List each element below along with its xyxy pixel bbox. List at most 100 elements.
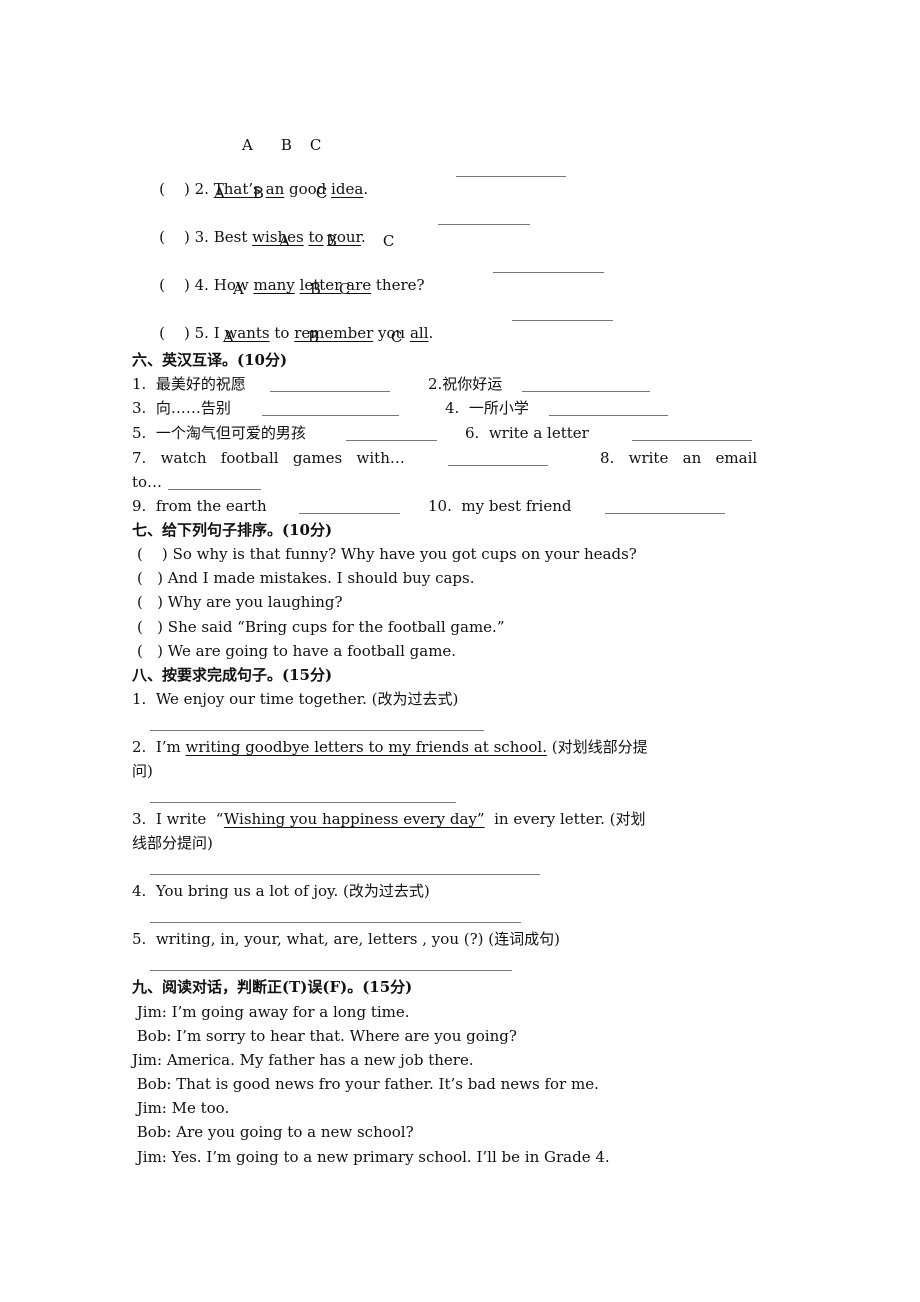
item-text: 5. 一个淘气但可爱的男孩 (132, 424, 306, 442)
translation-item: 6. write a letter (465, 423, 589, 443)
answer-blank[interactable] (605, 513, 725, 514)
question-3-cont: 线部分提问) (132, 834, 213, 852)
text: 2. I’m (132, 738, 186, 756)
order-item: ( ) So why is that funny? Why have you g… (137, 544, 637, 564)
translation-item: 1. 最美好的祝愿 (132, 374, 246, 394)
item-text: Why are you laughing? (167, 593, 343, 611)
label-c: C (338, 280, 351, 298)
dialogue-line: Bob: Are you going to a new school? (132, 1123, 414, 1141)
item-text: 1. 最美好的祝愿 (132, 375, 246, 393)
question-1: 1. We enjoy our time together. (改为过去式) (132, 690, 459, 708)
text: there? (371, 276, 425, 294)
section-heading: 七、给下列句子排序。(10分) (132, 521, 333, 539)
answer-paren[interactable]: ( ) (159, 180, 190, 198)
item-text: 9. from the earth (132, 497, 267, 515)
answer-line[interactable] (150, 730, 484, 731)
item-text: 10. my best friend (428, 497, 572, 515)
label-a: A (214, 184, 225, 202)
option-c-text: idea (331, 180, 364, 198)
item-text: She said “Bring cups for the football ga… (167, 618, 505, 636)
translation-item: 10. my best friend (428, 496, 572, 516)
text: Best (213, 228, 253, 246)
instruction: in every letter. (对划 (484, 810, 646, 828)
translation-item: 9. from the earth (132, 496, 267, 516)
label-a: A (279, 232, 290, 250)
answer-paren[interactable]: ( ) (159, 228, 190, 246)
answer-paren[interactable]: ( ) (137, 545, 168, 563)
item-text: And I made mistakes. I should buy caps. (167, 569, 475, 587)
section-heading: 九、阅读对话，判断正(T)误(F)。(15分) (132, 978, 413, 996)
option-labels: ABC (242, 135, 321, 155)
answer-blank[interactable] (346, 440, 437, 441)
answer-blank[interactable] (512, 320, 613, 321)
order-item: ( ) We are going to have a football game… (137, 641, 456, 661)
label-c: C (390, 328, 403, 346)
item-text: 4. 一所小学 (445, 399, 529, 417)
order-item: ( ) And I made mistakes. I should buy ca… (137, 568, 474, 588)
order-item: ( ) She said “Bring cups for the footbal… (137, 617, 505, 637)
question-2: 2. I’m writing goodbye letters to my fri… (132, 737, 648, 757)
label-b: B (280, 136, 292, 154)
underlined-part: writing goodbye letters to my friends at… (185, 738, 547, 756)
answer-line[interactable] (150, 874, 540, 875)
item-text: to… (132, 473, 163, 491)
answer-blank[interactable] (168, 489, 261, 490)
answer-blank[interactable] (549, 415, 668, 416)
label-a: A (223, 328, 234, 346)
dialogue-line: Jim: America. My father has a new job th… (132, 1051, 474, 1069)
underlined-part: Wishing you happiness every day” (223, 810, 485, 828)
dialogue-line: Jim: Yes. I’m going to a new primary sch… (132, 1148, 610, 1166)
label-a: A (242, 136, 253, 154)
answer-blank[interactable] (270, 391, 390, 392)
answer-paren[interactable]: ( ) (159, 276, 190, 294)
answer-blank[interactable] (456, 176, 566, 177)
answer-blank[interactable] (438, 224, 530, 225)
dialogue-line: Jim: Me too. (132, 1099, 230, 1117)
item-text: 6. write a letter (465, 424, 589, 442)
translation-item: 3. 向……告别 (132, 398, 231, 418)
label-c: C (315, 184, 328, 202)
answer-line[interactable] (150, 802, 456, 803)
translation-item-cont: to… (132, 472, 162, 492)
order-item: ( ) Why are you laughing? (137, 592, 343, 612)
question-number: 3. (194, 228, 209, 246)
answer-blank[interactable] (632, 440, 752, 441)
question-4: 4. You bring us a lot of joy. (改为过去式) (132, 882, 430, 900)
question-3: 3. I write “Wishing you happiness every … (132, 809, 646, 829)
answer-blank[interactable] (522, 391, 650, 392)
dialogue-line: Bob: I’m sorry to hear that. Where are y… (132, 1027, 517, 1045)
answer-blank[interactable] (448, 465, 548, 466)
answer-blank[interactable] (493, 272, 604, 273)
dialogue-line: Bob: That is good news fro your father. … (132, 1075, 599, 1093)
question-number: 4. (194, 276, 209, 294)
option-labels: A B C (223, 327, 402, 347)
label-b: B (309, 280, 321, 298)
item-text: 3. 向……告别 (132, 399, 231, 417)
dialogue-line: Jim: I’m going away for a long time. (132, 1003, 410, 1021)
answer-paren[interactable]: ( ) (137, 593, 163, 611)
answer-blank[interactable] (262, 415, 399, 416)
label-b: B (307, 328, 319, 346)
item-text: 2.祝你好运 (428, 375, 503, 393)
option-labels: A B C (214, 183, 327, 203)
answer-paren[interactable]: ( ) (159, 324, 190, 342)
item-text: 8. write an email (600, 449, 758, 467)
answer-line[interactable] (150, 922, 521, 923)
label-b: B (325, 232, 337, 250)
answer-paren[interactable]: ( ) (137, 642, 163, 660)
answer-blank[interactable] (299, 513, 400, 514)
question-number: 2. (194, 180, 209, 198)
option-labels: ABC (279, 231, 394, 251)
translation-item: 8. write an email (600, 448, 757, 468)
label-b: B (252, 184, 264, 202)
item-text: We are going to have a football game. (167, 642, 457, 660)
answer-line[interactable] (150, 970, 512, 971)
answer-paren[interactable]: ( ) (137, 618, 163, 636)
item-text: So why is that funny? Why have you got c… (172, 545, 637, 563)
answer-paren[interactable]: ( ) (137, 569, 163, 587)
translation-item: 4. 一所小学 (445, 398, 529, 418)
text: 3. I write “ (132, 810, 224, 828)
text: . (363, 180, 369, 198)
question-number: 5. (194, 324, 209, 342)
option-c-text: all (409, 324, 429, 342)
